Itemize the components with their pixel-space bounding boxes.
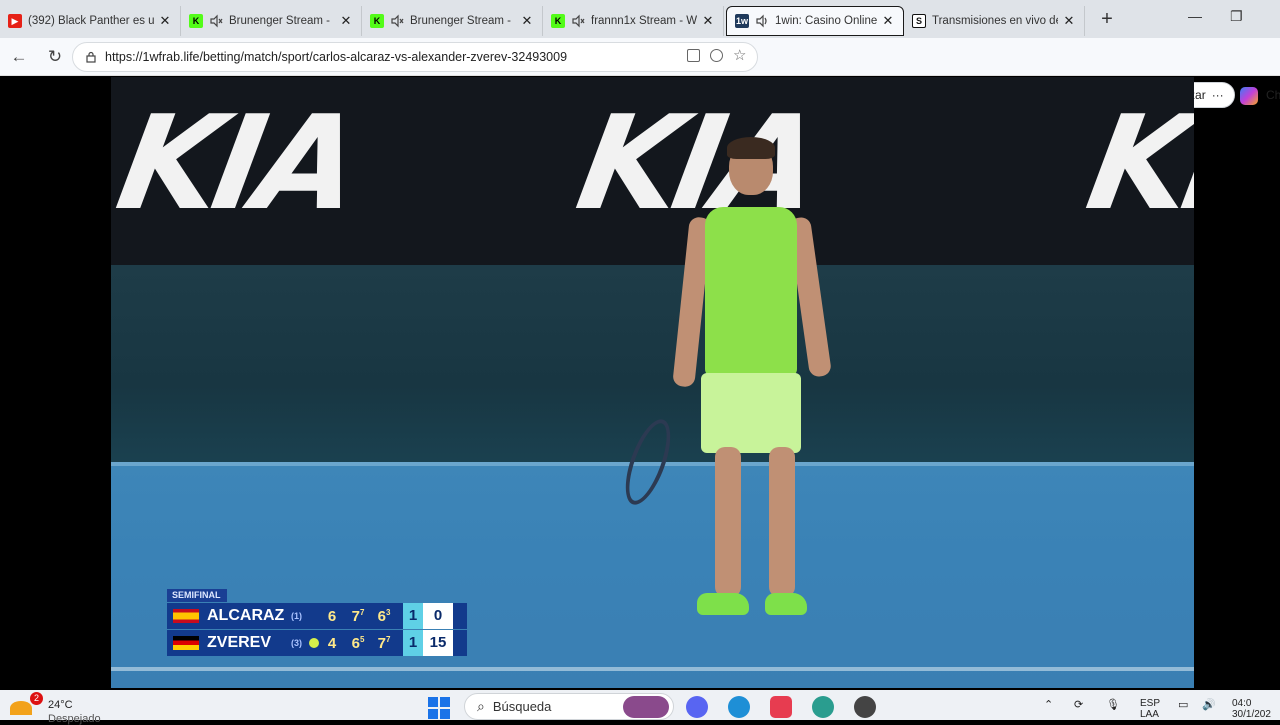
taskbar: 2 24°C Despejado ⌕ Búsqueda ⌃ ⟳ 🎙 ESP LA… <box>0 690 1280 725</box>
tab-strip: ▶ (392) Black Panther es un ✕ K Brunenge… <box>0 0 1280 38</box>
serve-indicator-empty <box>309 611 319 621</box>
speaker-icon[interactable] <box>755 14 769 28</box>
tab-title: frannn1x Stream - W <box>591 15 697 27</box>
app-icon[interactable] <box>770 696 792 718</box>
search-placeholder: Búsqueda <box>492 699 552 714</box>
player-seed: (3) <box>291 638 302 648</box>
browser-app-icon[interactable] <box>812 696 834 718</box>
court-baseline <box>111 667 1194 671</box>
scoreboard-row: ALCARAZ (1) 6 77 63 1 0 <box>167 603 467 629</box>
set-score: 77 <box>377 634 391 652</box>
address-bar[interactable]: https://1wfrab.life/betting/match/sport/… <box>72 42 758 72</box>
sets-won: 1 <box>403 630 423 656</box>
obs-icon[interactable] <box>854 696 876 718</box>
sets-won: 1 <box>403 603 423 629</box>
tab-kick-1[interactable]: K Brunenger Stream - ✕ <box>181 6 362 36</box>
video-player[interactable]: KIA KIA KIA SEMIFINAL ALCARAZ (1) 6 77 6… <box>4 77 1194 688</box>
network-icon[interactable]: ▭ <box>1178 698 1188 711</box>
player-name: ALCARAZ <box>207 607 285 624</box>
microphone-icon[interactable]: 🎙 <box>1106 698 1120 711</box>
game-score: 0 <box>423 603 453 629</box>
1win-icon: 1w <box>735 14 749 28</box>
tab-1win[interactable]: 1w 1win: Casino Online ✕ <box>726 6 904 36</box>
kick-icon: K <box>551 14 565 28</box>
tab-title: (392) Black Panther es un <box>28 15 154 27</box>
germany-flag-icon <box>173 636 199 650</box>
search-highlight-image <box>623 696 669 718</box>
clock-date: 30/1/202 <box>1232 709 1271 720</box>
url-text: https://1wfrab.life/betting/match/sport/… <box>105 50 568 64</box>
s-icon: S <box>912 14 926 28</box>
back-icon[interactable]: ← <box>4 42 34 72</box>
search-icon: ⌕ <box>477 698 485 714</box>
tab-title: Brunenger Stream - <box>229 15 330 27</box>
muted-speaker-icon[interactable] <box>209 14 223 28</box>
scoreboard: SEMIFINAL ALCARAZ (1) 6 77 63 1 0 ZVEREV… <box>167 589 467 657</box>
set-score: 6 <box>327 607 337 625</box>
language-layout: LAA <box>1140 709 1159 720</box>
discord-icon[interactable] <box>686 696 708 718</box>
tab-title: Brunenger Stream - <box>410 15 511 27</box>
tennis-player <box>671 137 833 627</box>
player-seed: (1) <box>291 611 302 621</box>
more-options-icon: ··· <box>1211 88 1224 102</box>
chevron-up-icon[interactable]: ⌃ <box>1044 698 1053 711</box>
sponsor-logo: KIA <box>111 87 367 239</box>
game-score: 15 <box>423 630 453 656</box>
sponsor-banner: KIA KIA KIA <box>111 77 1194 265</box>
browser-toolbar: ← ↻ https://1wfrab.life/betting/match/sp… <box>0 38 1280 108</box>
zoom-icon[interactable] <box>710 49 723 62</box>
muted-speaker-icon[interactable] <box>390 14 404 28</box>
tab-kick-3[interactable]: K frannn1x Stream - W ✕ <box>543 6 724 36</box>
app-grid-icon[interactable] <box>687 49 700 62</box>
taskbar-search[interactable]: ⌕ Búsqueda <box>464 693 674 720</box>
tab-title: Transmisiones en vivo de <box>932 15 1058 27</box>
tab-youtube[interactable]: ▶ (392) Black Panther es un ✕ <box>0 6 181 36</box>
clock[interactable]: 04:0 30/1/202 <box>1232 698 1271 720</box>
volume-icon[interactable]: 🔊 <box>1202 698 1216 711</box>
new-tab-button[interactable]: + <box>1093 5 1121 33</box>
spain-flag-icon <box>173 609 199 623</box>
set-score: 4 <box>327 634 337 652</box>
close-tab-icon[interactable]: ✕ <box>520 13 534 29</box>
close-tab-icon[interactable]: ✕ <box>339 13 353 29</box>
video-frame[interactable]: KIA KIA KIA SEMIFINAL ALCARAZ (1) 6 77 6… <box>111 77 1194 688</box>
serve-ball-icon <box>309 638 319 648</box>
youtube-icon: ▶ <box>8 14 22 28</box>
edge-icon[interactable] <box>728 696 750 718</box>
temperature: 24°C <box>48 699 73 711</box>
match-stage: SEMIFINAL <box>167 589 227 602</box>
tab-title: 1win: Casino Online <box>775 15 877 27</box>
close-tab-icon[interactable]: ✕ <box>701 13 715 29</box>
sync-icon[interactable]: ⟳ <box>1074 698 1083 711</box>
copilot-label: Ch <box>1266 88 1280 102</box>
sun-icon <box>10 701 32 715</box>
kick-icon: K <box>189 14 203 28</box>
close-tab-icon[interactable]: ✕ <box>881 13 895 29</box>
set-score: 63 <box>377 607 391 625</box>
favorite-star-icon[interactable]: ☆ <box>733 48 749 65</box>
sponsor-logo: KIA <box>1077 87 1194 239</box>
weather-text: Despejado <box>48 713 101 725</box>
clock-time: 04:0 <box>1232 698 1252 709</box>
language-code: ESP <box>1140 698 1161 709</box>
scoreboard-row: ZVEREV (3) 4 65 77 1 15 <box>167 630 467 656</box>
set-score: 65 <box>351 634 365 652</box>
windows-start-icon[interactable] <box>428 697 450 719</box>
minimize-icon[interactable]: — <box>1188 8 1202 24</box>
muted-speaker-icon[interactable] <box>571 14 585 28</box>
tab-kick-2[interactable]: K Brunenger Stream - ✕ <box>362 6 543 36</box>
copilot-icon[interactable] <box>1240 87 1258 105</box>
notification-badge: 2 <box>30 692 43 705</box>
close-tab-icon[interactable]: ✕ <box>1062 13 1076 29</box>
language-indicator[interactable]: ESP LAA <box>1140 698 1160 720</box>
kick-icon: K <box>370 14 384 28</box>
player-name: ZVEREV <box>207 634 272 651</box>
tab-transmisiones[interactable]: S Transmisiones en vivo de ✕ <box>904 6 1085 36</box>
refresh-icon[interactable]: ↻ <box>40 42 70 72</box>
set-score: 77 <box>351 607 365 625</box>
lock-icon <box>86 51 96 63</box>
restore-icon[interactable]: ❐ <box>1230 8 1243 25</box>
close-tab-icon[interactable]: ✕ <box>158 13 172 29</box>
